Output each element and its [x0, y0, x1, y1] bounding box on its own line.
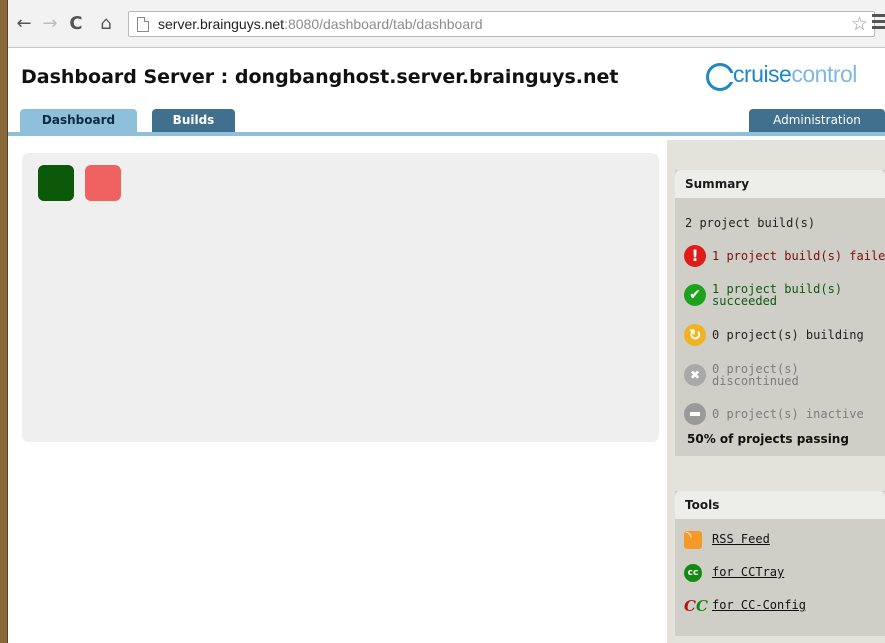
discontinued-icon: [684, 364, 706, 386]
tools-heading: Tools: [675, 491, 885, 519]
summary-total: 2 project build(s): [685, 216, 816, 230]
cc-config-link[interactable]: for CC-Config: [712, 598, 806, 612]
succeeded-icon: [684, 284, 706, 306]
inactive-icon: [684, 403, 706, 425]
forward-arrow-icon[interactable]: →: [40, 12, 60, 36]
dashboard-panel: [22, 153, 659, 442]
summary-failed: 1 project build(s) failed: [712, 249, 885, 263]
logo-c-icon: [706, 63, 735, 91]
project-tile-passed[interactable]: [38, 165, 74, 201]
page-title: Dashboard Server : dongbanghost.server.b…: [21, 66, 619, 88]
window-border: [0, 0, 8, 643]
rss-feed-link[interactable]: RSS Feed: [712, 532, 770, 546]
back-arrow-icon[interactable]: ←: [14, 12, 34, 36]
tab-builds[interactable]: Builds: [152, 109, 235, 132]
logo-light-text: control: [791, 61, 857, 87]
page-header: Dashboard Server : dongbanghost.server.b…: [8, 49, 885, 109]
tab-administration[interactable]: Administration: [749, 109, 885, 132]
cctray-link[interactable]: for CCTray: [712, 565, 784, 579]
summary-discontinued-line2: discontinued: [712, 374, 799, 388]
tools-box: Tools RSS Feed cc for CCTray CC for CC-C…: [675, 491, 885, 636]
logo-main-text: cruise: [733, 61, 792, 87]
summary-inactive: 0 project(s) inactive: [712, 407, 864, 421]
sidebar: Summary 2 project build(s) 1 project bui…: [667, 140, 885, 643]
rss-icon: [684, 529, 702, 549]
reload-icon[interactable]: C: [66, 12, 86, 36]
bookmark-star-icon[interactable]: ☆: [851, 13, 868, 35]
summary-heading: Summary: [675, 170, 885, 198]
building-icon: [684, 324, 706, 346]
browser-menu-icon[interactable]: [872, 14, 885, 32]
address-bar[interactable]: server.brainguys.net:8080/dashboard/tab/…: [128, 11, 875, 37]
home-icon[interactable]: ⌂: [96, 12, 116, 36]
cctray-icon: cc: [684, 564, 702, 582]
tab-dashboard[interactable]: Dashboard: [20, 109, 137, 132]
summary-succeeded-line2: succeeded: [712, 294, 778, 308]
summary-passing: 50% of projects passing: [687, 432, 849, 446]
failed-icon: [684, 245, 706, 267]
cruisecontrol-logo: cruisecontrol: [706, 61, 885, 95]
cc-config-icon: CC: [684, 597, 708, 615]
tab-underline: [8, 132, 885, 136]
browser-toolbar: ← → C ⌂ server.brainguys.net:8080/dashbo…: [8, 0, 885, 48]
summary-building: 0 project(s) building: [712, 328, 864, 342]
summary-box: Summary 2 project build(s) 1 project bui…: [675, 170, 885, 456]
project-tile-failed[interactable]: [85, 165, 121, 201]
tab-bar: Dashboard Builds Administration: [8, 109, 885, 132]
page-icon: [137, 17, 149, 32]
url-text: server.brainguys.net:8080/dashboard/tab/…: [158, 16, 483, 32]
